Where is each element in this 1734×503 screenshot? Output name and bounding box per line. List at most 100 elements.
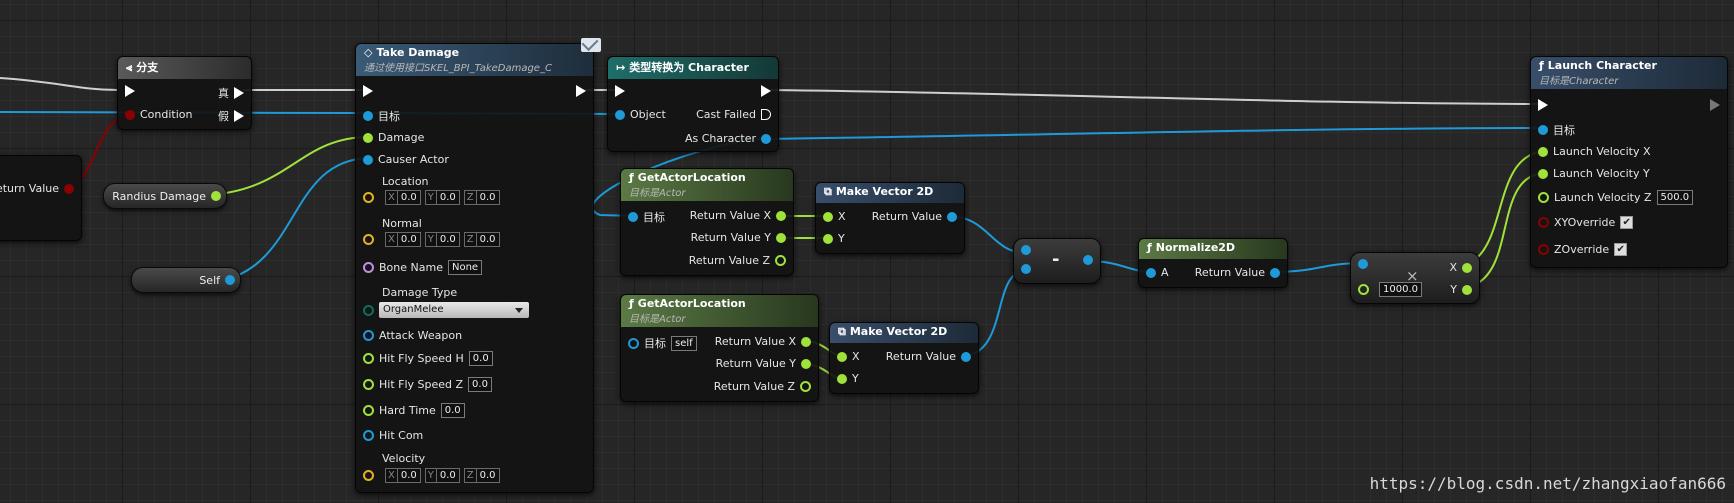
velocity-z-input[interactable]: 0.0 [476, 468, 500, 483]
location-pin[interactable]: X 0.0 Y 0.0 Z 0.0 [358, 190, 500, 205]
velocity-y-input[interactable]: 0.0 [436, 468, 460, 483]
return-z-pin[interactable]: Return Value Z [689, 254, 791, 267]
hard-time-pin[interactable]: Hard Time 0.0 [358, 403, 465, 418]
velocity-x-input[interactable]: 0.0 [397, 468, 421, 483]
return-z-pin[interactable]: Return Value Z [714, 380, 816, 393]
normal-pin[interactable]: X 0.0 Y 0.0 Z 0.0 [358, 232, 500, 247]
target-pin[interactable]: 目标 [623, 209, 665, 225]
normal-z-input[interactable]: 0.0 [476, 232, 500, 247]
a-pin[interactable] [1353, 259, 1373, 269]
return-value-pin[interactable]: Return Value [886, 350, 976, 363]
pin-label: Return Value [1194, 266, 1265, 279]
float-pin-icon [1538, 192, 1549, 203]
cast-to-character-node[interactable]: ↦ 类型转换为 Character Object Cast Failed As C… [607, 56, 779, 152]
exec-in-pin[interactable] [1533, 99, 1553, 111]
z-override-pin[interactable]: ZOverride ✔ [1533, 243, 1628, 256]
damage-pin[interactable]: Damage [358, 131, 424, 144]
causer-actor-pin[interactable]: Causer Actor [358, 153, 449, 166]
normal-y-input[interactable]: 0.0 [436, 232, 460, 247]
a-pin[interactable] [1016, 245, 1036, 255]
float-pin-icon[interactable] [211, 191, 221, 201]
launch-velocity-x-pin[interactable]: Launch Velocity X [1533, 145, 1651, 158]
return-value-pin[interactable]: eturn Value [0, 182, 79, 195]
hit-fly-speed-h-pin[interactable]: Hit Fly Speed H 0.0 [358, 351, 493, 366]
location-y-input[interactable]: 0.0 [436, 190, 460, 205]
normal-x-input[interactable]: 0.0 [397, 232, 421, 247]
target-self-input[interactable]: self [671, 335, 697, 351]
hit-fly-speed-z-pin[interactable]: Hit Fly Speed Z 0.0 [358, 377, 492, 392]
branch-node[interactable]: ⪡ 分支 真 Condition 假 [117, 56, 252, 130]
x-pin[interactable]: X [832, 350, 860, 363]
take-damage-node[interactable]: ◇ Take Damage 通过使用接口SKEL_BPI_TakeDamage_C… [355, 38, 601, 493]
branch-exec-in[interactable] [120, 85, 140, 97]
return-value-node-partial[interactable]: eturn Value [0, 155, 82, 241]
y-out-pin[interactable]: Y [1450, 283, 1477, 296]
subtract-node[interactable]: - [1013, 238, 1101, 284]
launch-character-node[interactable]: ƒ Launch Character 目标是Character 目标 Launch… [1530, 56, 1728, 268]
exec-out-pin[interactable] [756, 85, 776, 97]
x-out-pin[interactable]: X [1449, 261, 1477, 274]
branch-true-pin[interactable]: 真 [218, 85, 249, 101]
hit-com-pin[interactable]: Hit Com [358, 429, 423, 442]
exec-in-pin[interactable] [610, 85, 630, 97]
make-vector-2d-node-1[interactable]: ⧉ Make Vector 2D X Return Value Y [815, 182, 965, 254]
exec-out-pin[interactable] [1705, 99, 1725, 111]
exec-out-pin[interactable] [571, 85, 591, 97]
location-z-input[interactable]: 0.0 [476, 190, 500, 205]
launch-velocity-z-input[interactable]: 500.0 [1656, 190, 1694, 205]
multiply-node[interactable]: × 1000.0 X Y [1350, 252, 1480, 304]
object-pin-icon[interactable] [225, 275, 235, 285]
y-pin[interactable]: Y [818, 232, 845, 245]
z-override-checkbox[interactable]: ✔ [1614, 243, 1628, 256]
xy-override-pin[interactable]: XYOverride ✔ [1533, 216, 1634, 229]
return-value-pin[interactable]: Return Value [1195, 266, 1285, 279]
make-vector-2d-node-2[interactable]: ⧉ Make Vector 2D X Return Value Y [829, 322, 979, 394]
velocity-vector-field[interactable]: X 0.0 Y 0.0 Z 0.0 [381, 468, 500, 483]
return-y-pin[interactable]: Return Value Y [691, 231, 791, 244]
hit-fly-speed-h-input[interactable]: 0.0 [468, 351, 493, 366]
return-y-pin[interactable]: Return Value Y [716, 357, 816, 370]
randius-damage-variable[interactable]: Randius Damage [103, 183, 227, 209]
x-pin[interactable]: X [818, 210, 846, 223]
normal-vector-field[interactable]: X 0.0 Y 0.0 Z 0.0 [381, 232, 500, 247]
pin-label: 目标 [643, 211, 665, 224]
vector-pin-icon [363, 470, 374, 481]
damage-type-dropdown[interactable]: OrganMelee [379, 302, 529, 318]
get-actor-location-node-2[interactable]: ƒ GetActorLocation 目标是Actor 目标 self Return… [620, 294, 819, 402]
branch-false-pin[interactable]: 假 [218, 108, 249, 124]
b-pin[interactable]: 1000.0 [1353, 282, 1422, 297]
branch-condition-pin[interactable]: Condition [120, 108, 193, 121]
damage-type-pin[interactable]: OrganMelee [358, 302, 529, 318]
location-x-input[interactable]: 0.0 [397, 190, 421, 205]
cast-failed-pin[interactable]: Cast Failed [696, 108, 776, 121]
multiplier-input[interactable]: 1000.0 [1379, 282, 1422, 297]
normalize-2d-node[interactable]: ƒ Normalize2D A Return Value [1138, 238, 1288, 288]
return-x-pin[interactable]: Return Value X [715, 335, 816, 348]
hard-time-input[interactable]: 0.0 [440, 403, 465, 418]
xy-override-checkbox[interactable]: ✔ [1620, 216, 1634, 229]
target-pin[interactable]: 目标 [1533, 122, 1575, 138]
exec-in-pin[interactable] [358, 85, 378, 97]
float-pin-icon [1538, 146, 1548, 157]
as-character-pin[interactable]: As Character [685, 132, 776, 145]
hit-fly-speed-z-input[interactable]: 0.0 [468, 377, 492, 392]
location-vector-field[interactable]: X 0.0 Y 0.0 Z 0.0 [381, 190, 500, 205]
object-pin[interactable]: Object [610, 108, 666, 121]
launch-velocity-z-pin[interactable]: Launch Velocity Z 500.0 [1533, 190, 1694, 205]
bone-name-input[interactable]: None [447, 260, 483, 275]
attack-weapon-pin[interactable]: Attack Weapon [358, 329, 462, 342]
bone-name-pin[interactable]: Bone Name None [358, 260, 483, 275]
self-variable[interactable]: Self [131, 267, 241, 293]
velocity-pin[interactable]: X 0.0 Y 0.0 Z 0.0 [358, 468, 500, 483]
target-pin[interactable]: 目标 [358, 108, 400, 124]
get-actor-location-node-1[interactable]: ƒ GetActorLocation 目标是Actor 目标 Return Val… [620, 168, 794, 276]
launch-velocity-y-pin[interactable]: Launch Velocity Y [1533, 167, 1650, 180]
z-axis-label: Z [463, 232, 477, 247]
return-value-pin[interactable]: Return Value [872, 210, 962, 223]
target-pin[interactable]: 目标 self [623, 335, 697, 351]
y-pin[interactable]: Y [832, 372, 859, 385]
return-value-pin[interactable] [1078, 255, 1098, 265]
return-x-pin[interactable]: Return Value X [690, 209, 791, 222]
b-pin[interactable] [1016, 264, 1036, 274]
a-pin[interactable]: A [1141, 266, 1169, 279]
